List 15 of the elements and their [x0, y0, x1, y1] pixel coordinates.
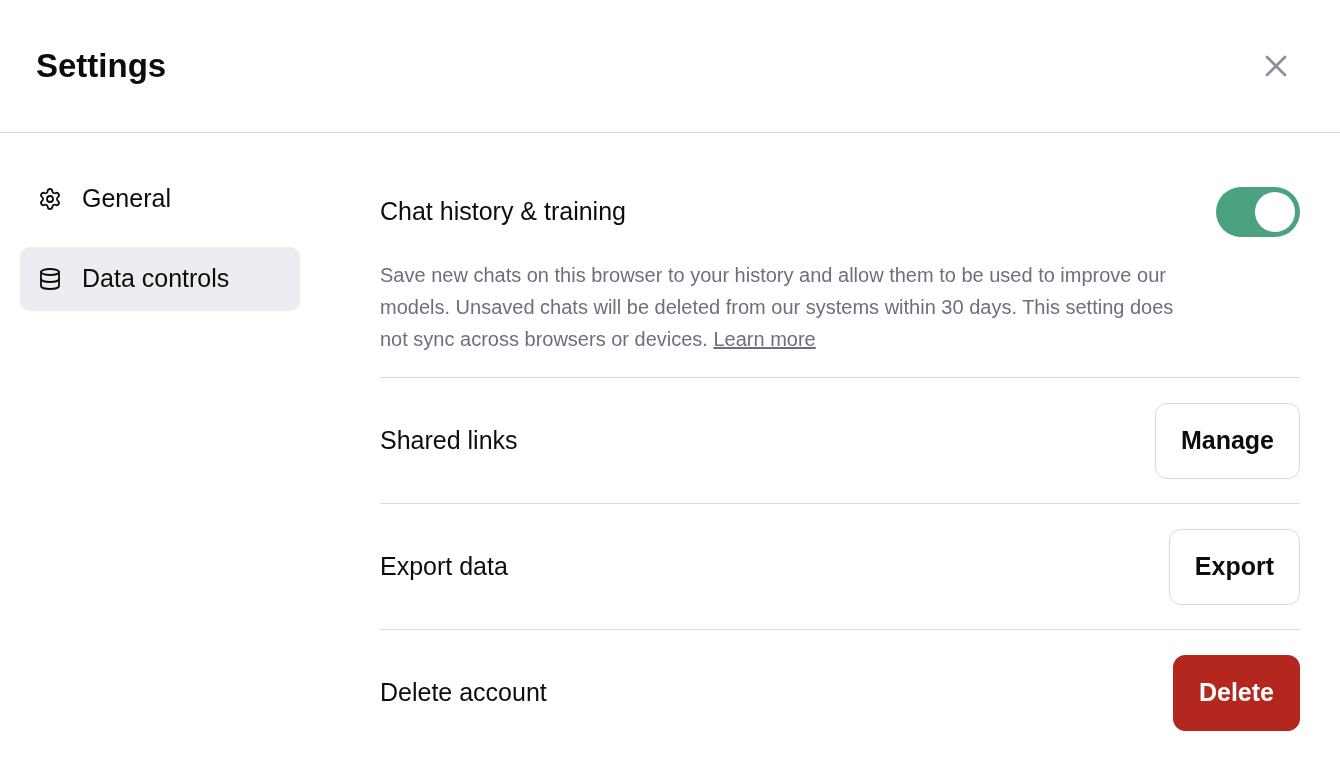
sidebar-tab[interactable]: Data controls	[20, 247, 300, 311]
setting-label: Chat history & training	[380, 196, 626, 228]
action-button[interactable]: Export	[1168, 528, 1300, 605]
database-icon	[38, 267, 62, 291]
learn-more-link[interactable]: Learn more	[713, 328, 816, 350]
toggle-switch[interactable]	[1216, 187, 1300, 237]
gear-icon	[38, 187, 62, 211]
setting-label: Delete account	[380, 676, 547, 708]
setting-label: Export data	[380, 550, 508, 582]
action-button[interactable]: Delete	[1172, 654, 1300, 731]
dialog-title: Settings	[36, 46, 167, 87]
action-button[interactable]: Manage	[1154, 402, 1300, 479]
setting-label: Shared links	[380, 424, 518, 456]
sidebar-tab[interactable]: General	[20, 167, 300, 231]
setting-description: Save new chats on this browser to your history and allow them to be used to improve our models. Unsaved chats will be deleted from our systems within 30 days. This setting does not sync across browsers or devices. Learn more	[380, 263, 1175, 352]
